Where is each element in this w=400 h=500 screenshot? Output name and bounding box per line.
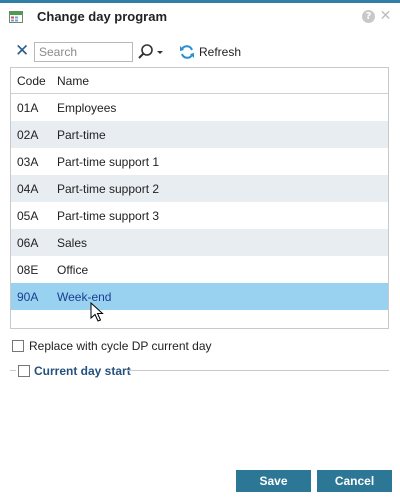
column-header-code[interactable]: Code xyxy=(17,74,46,88)
row-code: 90A xyxy=(17,290,39,304)
close-icon[interactable]: ✕ xyxy=(379,9,392,23)
help-icon[interactable]: ? xyxy=(362,10,375,23)
toolbar: ✕ Refresh xyxy=(0,40,400,66)
cancel-button[interactable]: Cancel xyxy=(317,470,392,492)
calendar-icon xyxy=(9,11,23,23)
dialog-title: Change day program xyxy=(37,9,168,24)
table-row[interactable]: 01A Employees xyxy=(11,94,388,121)
row-code: 06A xyxy=(17,236,39,250)
replace-cycle-label: Replace with cycle DP current day xyxy=(29,339,212,353)
row-name: Part-time support 2 xyxy=(57,182,160,196)
row-code: 02A xyxy=(17,128,39,142)
refresh-label: Refresh xyxy=(199,45,242,59)
row-name: Part-time support 1 xyxy=(57,155,160,169)
day-program-grid: Code Name 01A Employees 02A Part-time 03… xyxy=(10,67,389,329)
column-header-name[interactable]: Name xyxy=(57,74,89,88)
current-day-start-legend[interactable]: Current day start xyxy=(18,364,131,378)
row-code: 08E xyxy=(17,263,39,277)
search-button[interactable] xyxy=(137,43,165,61)
magnifier-icon xyxy=(138,44,163,59)
row-code: 05A xyxy=(17,209,39,223)
table-row[interactable]: 05A Part-time support 3 xyxy=(11,202,388,229)
save-button[interactable]: Save xyxy=(236,470,311,492)
chevron-down-icon xyxy=(157,51,163,54)
row-name: Part-time xyxy=(57,128,106,142)
replace-cycle-checkbox-row[interactable]: Replace with cycle DP current day xyxy=(12,339,212,353)
search-input[interactable] xyxy=(34,42,133,62)
clear-icon[interactable]: ✕ xyxy=(15,42,31,60)
fieldset-border xyxy=(128,370,389,371)
row-name: Part-time support 3 xyxy=(57,209,160,223)
refresh-button[interactable]: Refresh xyxy=(179,43,241,61)
table-row-selected[interactable]: 90A Week-end xyxy=(11,283,388,310)
current-day-start-label: Current day start xyxy=(34,364,131,378)
row-name: Sales xyxy=(57,236,88,250)
table-row[interactable]: 08E Office xyxy=(11,256,388,283)
row-name: Office xyxy=(57,263,89,277)
table-row[interactable]: 02A Part-time xyxy=(11,121,388,148)
refresh-icon xyxy=(180,45,194,59)
fieldset-border xyxy=(10,370,16,371)
mouse-pointer-icon xyxy=(90,302,104,322)
table-row[interactable]: 04A Part-time support 2 xyxy=(11,175,388,202)
grid-header: Code Name xyxy=(11,68,388,94)
row-name: Employees xyxy=(57,101,117,115)
dialog-titlebar: Change day program ? ✕ xyxy=(0,3,400,31)
table-row[interactable]: 06A Sales xyxy=(11,229,388,256)
table-row[interactable]: 03A Part-time support 1 xyxy=(11,148,388,175)
row-code: 04A xyxy=(17,182,39,196)
replace-cycle-checkbox[interactable] xyxy=(12,340,24,352)
row-code: 03A xyxy=(17,155,39,169)
current-day-start-checkbox[interactable] xyxy=(18,365,30,377)
row-code: 01A xyxy=(17,101,39,115)
